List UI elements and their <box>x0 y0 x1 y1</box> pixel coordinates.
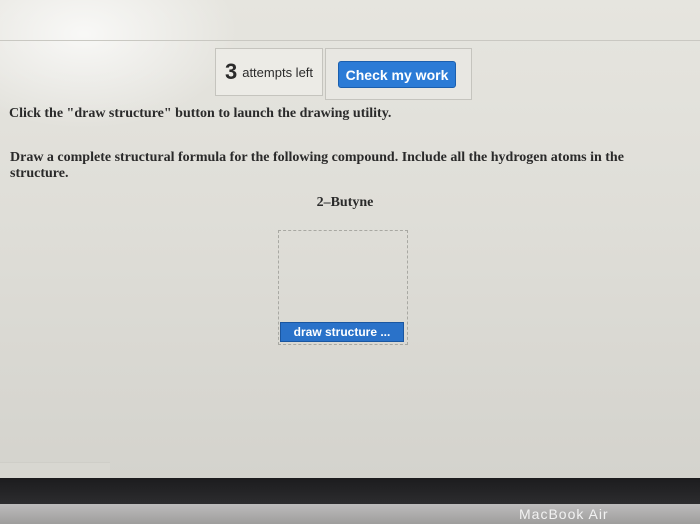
attempts-indicator: 3 attempts left <box>215 48 323 96</box>
laptop-bezel <box>0 478 700 504</box>
launch-instruction: Click the "draw structure" button to lau… <box>9 106 392 121</box>
bottom-strip <box>0 462 110 478</box>
screen: 3 attempts left Check my work Click the … <box>0 0 700 478</box>
brand-label: MacBook Air <box>519 506 609 522</box>
attempts-label: attempts left <box>242 64 314 80</box>
compound-name: 2–Butyne <box>316 195 374 210</box>
check-my-work-button[interactable]: Check my work <box>338 61 456 88</box>
header-divider <box>0 40 700 41</box>
draw-structure-button[interactable]: draw structure ... <box>280 322 404 342</box>
draw-instruction: Draw a complete structural formula for t… <box>10 150 624 181</box>
check-work-panel: Check my work <box>325 48 472 100</box>
attempts-count: 3 <box>224 59 238 84</box>
